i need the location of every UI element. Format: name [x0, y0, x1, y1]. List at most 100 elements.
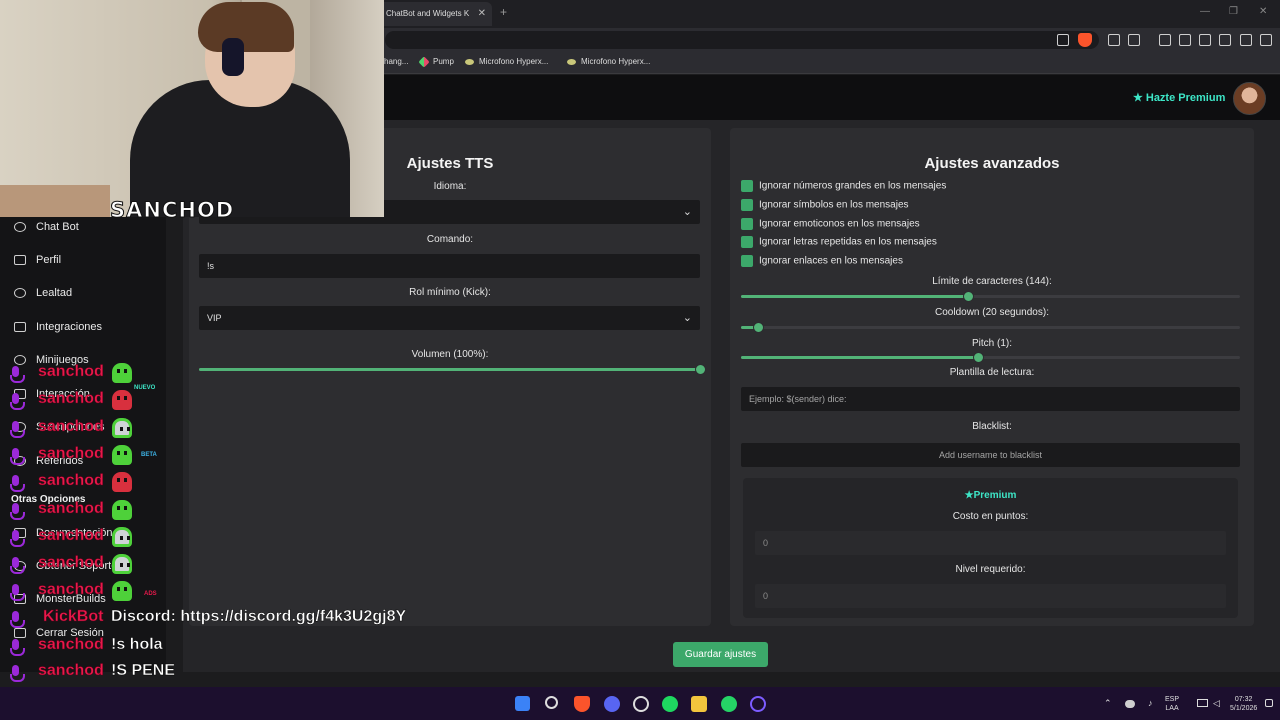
wallet-card-icon[interactable]	[1199, 34, 1211, 46]
template-input[interactable]: Ejemplo: $(sender) dice:	[741, 387, 1240, 411]
microphone-icon	[10, 421, 25, 438]
monitor-icon[interactable]	[1197, 699, 1208, 707]
minimize-button[interactable]: —	[1200, 6, 1210, 17]
chevron-up-icon[interactable]: ⌃	[1104, 699, 1112, 708]
whatsapp-app-icon[interactable]	[721, 696, 737, 712]
microphone-icon	[10, 366, 25, 383]
checkbox[interactable]	[741, 255, 753, 267]
chat-username: sanchod	[38, 472, 104, 489]
char-limit-slider-thumb[interactable]	[963, 291, 975, 302]
save-button[interactable]: Guardar ajustes	[673, 642, 768, 667]
microphone-icon	[10, 557, 25, 574]
volume-label: Volumen (100%):	[411, 349, 489, 360]
brave-app-icon[interactable]	[574, 696, 590, 712]
leo-icon[interactable]	[1219, 34, 1231, 46]
template-label: Plantilla de lectura:	[949, 367, 1035, 378]
chat-username: sanchod	[38, 445, 104, 462]
brave-shield-icon[interactable]	[1078, 33, 1092, 47]
tab-title: ChatBot and Widgets K	[386, 9, 470, 18]
address-input[interactable]	[385, 31, 1099, 49]
id-card-icon	[14, 255, 26, 266]
browser-tab-active[interactable]: ChatBot and Widgets K ✕	[378, 2, 492, 26]
sidebar-item-integraciones[interactable]: Integraciones	[14, 321, 102, 333]
avatar[interactable]	[1233, 82, 1266, 115]
language-indicator[interactable]: ESP LAA	[1165, 695, 1179, 713]
sidebar-item-chat-bot[interactable]: Chat Bot	[14, 221, 79, 233]
clock[interactable]: 07:32 5/1/2026	[1230, 695, 1257, 713]
app-icon[interactable]	[750, 696, 766, 712]
checkbox[interactable]	[741, 236, 753, 248]
blacklist-input[interactable]: Add username to blacklist	[741, 443, 1240, 467]
microphone-icon[interactable]: ♪	[1148, 699, 1153, 708]
windows-start-icon[interactable]	[515, 696, 530, 711]
role-label: Rol mínimo (Kick):	[409, 287, 491, 298]
chat-username: sanchod	[38, 418, 104, 435]
checkbox[interactable]	[741, 218, 753, 230]
slime-eyes	[117, 451, 127, 455]
sidebar-item-label: Lealtad	[36, 287, 73, 299]
volume-icon[interactable]: ◁	[1213, 699, 1220, 708]
pitch-slider-thumb[interactable]	[973, 352, 985, 363]
pitch-slider-fill	[741, 356, 979, 359]
pitch-label: Pitch (1):	[971, 338, 1012, 349]
checkbox[interactable]	[741, 199, 753, 211]
bookmark-item[interactable]: Microfono Hyperx...	[465, 57, 548, 66]
tab-close-icon[interactable]: ✕	[478, 2, 486, 26]
checkbox-row[interactable]: Ignorar emoticonos en los mensajes	[741, 218, 920, 230]
checkbox-row[interactable]: Ignorar números grandes en los mensajes	[741, 180, 946, 192]
search-icon[interactable]	[545, 696, 558, 709]
bookmark-item[interactable]: Pump	[418, 56, 454, 68]
role-select[interactable]: VIP ⌄	[199, 306, 700, 330]
slime-eyes	[117, 478, 127, 482]
file-explorer-icon[interactable]	[691, 696, 707, 712]
bookmark-label: Pump	[433, 57, 454, 66]
checkbox[interactable]	[741, 180, 753, 192]
cost-input[interactable]: 0	[755, 531, 1226, 555]
level-input[interactable]: 0	[755, 584, 1226, 608]
volume-slider[interactable]	[199, 364, 706, 375]
obs-app-icon[interactable]	[633, 696, 649, 712]
char-limit-label: Límite de caracteres (144):	[932, 276, 1052, 287]
chat-username: sanchod	[38, 527, 104, 544]
volume-slider-thumb[interactable]	[695, 364, 706, 375]
wallet-icon[interactable]	[1128, 34, 1140, 46]
char-limit-slider[interactable]	[741, 291, 1240, 302]
close-window-button[interactable]: ✕	[1259, 6, 1267, 17]
checkbox-row[interactable]: Ignorar enlaces en los mensajes	[741, 255, 903, 267]
chat-username: sanchod	[38, 554, 104, 571]
pitch-slider[interactable]	[741, 352, 1240, 363]
new-badge: NUEVO	[134, 385, 156, 391]
maximize-button[interactable]: ❐	[1229, 6, 1238, 17]
webcam-overlay	[0, 0, 384, 217]
premium-link[interactable]: ★ Hazte Premium	[1133, 91, 1225, 104]
slime-eyes	[120, 563, 130, 567]
share-icon[interactable]	[1057, 34, 1069, 46]
cooldown-slider[interactable]	[741, 322, 1240, 333]
discord-app-icon[interactable]	[604, 696, 620, 712]
sidebar-item-perfil[interactable]: Perfil	[14, 254, 61, 266]
cloud-icon[interactable]	[1125, 700, 1135, 708]
sidebar-icon[interactable]	[1179, 34, 1191, 46]
cooldown-label: Cooldown (20 segundos):	[935, 307, 1049, 318]
slime-emote-icon	[112, 390, 132, 410]
chevron-down-icon: ⌄	[682, 206, 692, 218]
chevron-down-icon: ⌄	[682, 312, 692, 324]
bookmark-item[interactable]: Microfono Hyperx...	[567, 57, 650, 66]
new-tab-button[interactable]: +	[500, 5, 507, 19]
menu-icon[interactable]	[1260, 34, 1272, 46]
notifications-icon[interactable]	[1265, 699, 1273, 707]
language-bottom: LAA	[1165, 705, 1179, 712]
headset-icon	[222, 38, 244, 76]
vpn-icon[interactable]	[1240, 34, 1252, 46]
chat-username: sanchod	[38, 363, 104, 380]
robot-icon	[14, 222, 26, 233]
logout-icon	[14, 628, 26, 639]
extensions-icon[interactable]	[1108, 34, 1120, 46]
media-icon[interactable]	[1159, 34, 1171, 46]
checkbox-row[interactable]: Ignorar símbolos en los mensajes	[741, 199, 909, 211]
sidebar-item-lealtad[interactable]: Lealtad	[14, 287, 72, 299]
spotify-app-icon[interactable]	[662, 696, 678, 712]
checkbox-row[interactable]: Ignorar letras repetidas en los mensajes	[741, 236, 937, 248]
bookmark-item[interactable]: hang...	[384, 57, 408, 66]
command-input[interactable]: !s	[199, 254, 700, 278]
